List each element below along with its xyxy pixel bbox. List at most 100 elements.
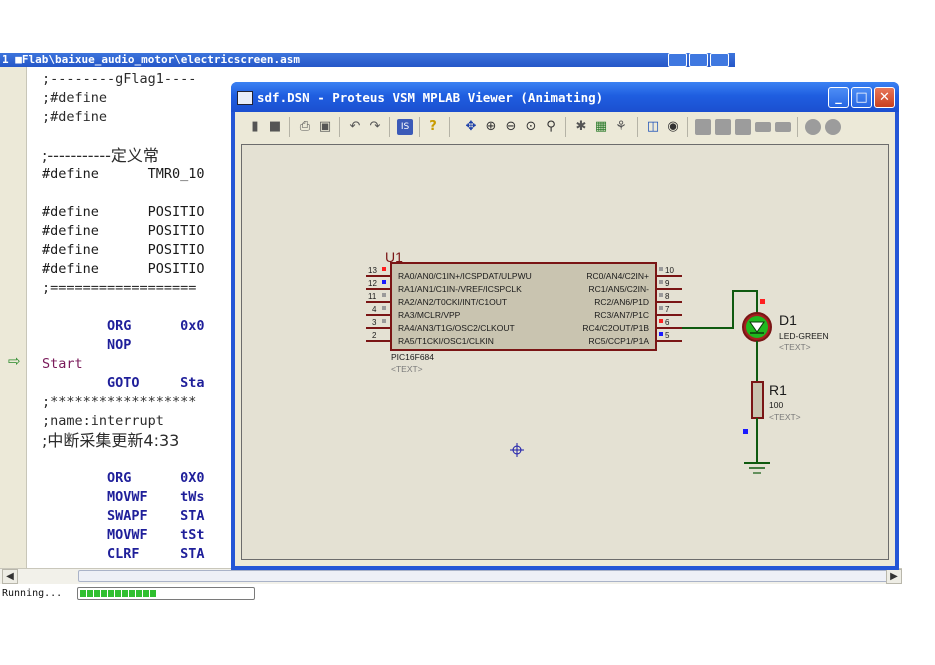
editor-gutter: ⇨	[0, 67, 27, 583]
pin-number: 2	[372, 331, 377, 340]
compile-icon[interactable]: ⚘	[613, 119, 629, 135]
d1-text-tag: <TEXT>	[779, 342, 811, 352]
zoom-all-icon[interactable]: ⊙	[523, 119, 539, 135]
d1-value: LED-GREEN	[779, 331, 829, 341]
vertical-scrollbar[interactable]	[891, 144, 895, 560]
record-icon[interactable]	[755, 122, 771, 132]
save-icon[interactable]: ■	[267, 119, 283, 135]
zoom-in-icon[interactable]: ⊕	[483, 119, 499, 135]
scrollbar-thumb[interactable]	[78, 570, 890, 582]
code-line: ;name:interrupt	[42, 413, 164, 429]
code-line: MOVWF tSt	[42, 527, 205, 543]
proteus-title-bar[interactable]: sdf.DSN - Proteus VSM MPLAB Viewer (Anim…	[231, 82, 899, 112]
led-anode-state-high	[760, 299, 765, 304]
code-line: ;==================	[42, 280, 197, 296]
code-line: ;--------gFlag1----	[42, 71, 197, 87]
editor-close-button[interactable]	[710, 53, 729, 67]
maximize-button[interactable]: □	[851, 87, 872, 108]
pin-name: RC2/AN6/P1D	[594, 297, 649, 307]
settings-icon[interactable]	[805, 119, 821, 135]
pin-state-none	[659, 267, 663, 271]
watch-icon[interactable]: ◉	[665, 119, 681, 135]
step-icon[interactable]	[695, 119, 711, 135]
pin-state-none	[382, 293, 386, 297]
minimize-button[interactable]: _	[828, 87, 849, 108]
pin-number: 9	[665, 279, 670, 288]
pin-name: RC1/AN5/C2IN-	[589, 284, 650, 294]
u1-part: PIC16F684	[391, 352, 434, 362]
horizontal-scrollbar[interactable]: ◀ ▶	[0, 568, 902, 584]
pin-name: RA0/AN0/C1IN+/ICSPDAT/ULPWU	[398, 271, 532, 281]
pin-state-none	[659, 293, 663, 297]
scroll-right-icon[interactable]: ▶	[886, 569, 902, 584]
progress-fill	[80, 590, 157, 597]
code-line: MOVWF tWs	[42, 489, 205, 505]
schematic-canvas[interactable]: U1 PIC16F684 <TEXT> 13 RA0/AN0/C1IN+/ICS…	[241, 144, 889, 560]
r1-text-tag: <TEXT>	[769, 412, 801, 422]
print-preview-icon[interactable]: ▣	[317, 119, 333, 135]
code-line: ORG 0X0	[42, 470, 205, 486]
pin-number: 7	[665, 305, 670, 314]
pin-number: 3	[372, 318, 377, 327]
print-icon[interactable]: ⎙	[297, 119, 313, 135]
play-icon[interactable]	[775, 122, 791, 132]
code-line: SWAPF STA	[42, 508, 205, 524]
close-button[interactable]: ✕	[874, 87, 895, 108]
pin-state-high	[382, 267, 386, 271]
r1-body[interactable]	[751, 381, 764, 419]
stop-icon[interactable]	[735, 119, 751, 135]
schematic-svg: U1 PIC16F684 <TEXT> 13 RA0/AN0/C1IN+/ICS…	[366, 249, 829, 474]
editor-title: 1 ■Flab\baixue_audio_motor\electricscree…	[2, 53, 301, 66]
code-line: #define TMR0_10	[42, 166, 205, 182]
d1-ref: D1	[779, 312, 797, 328]
pin-name: RA2/AN2/T0CKI/INT/C1OUT	[398, 297, 507, 307]
isis-icon[interactable]: IS	[397, 119, 413, 135]
pin-state-low	[382, 280, 386, 284]
netlist-icon[interactable]: ▦	[593, 119, 609, 135]
status-text: Running...	[2, 588, 63, 599]
code-line: CLRF STA	[42, 546, 205, 562]
pause-icon[interactable]	[715, 119, 731, 135]
editor-maximize-button[interactable]	[689, 53, 708, 67]
pin-state-high	[659, 319, 663, 323]
zoom-area-icon[interactable]: ⚲	[543, 119, 559, 135]
open-icon[interactable]: ▮	[247, 119, 263, 135]
pin-state-none	[659, 306, 663, 310]
r1-ref: R1	[769, 382, 787, 398]
resistor-node-state-low	[743, 429, 748, 434]
scroll-left-icon[interactable]: ◀	[2, 569, 18, 584]
pin-number: 11	[368, 292, 377, 301]
pin-number: 6	[665, 318, 670, 327]
pan-icon[interactable]: ✥	[463, 119, 479, 135]
code-line: ORG 0x0	[42, 318, 205, 334]
pin-number: 10	[665, 266, 674, 275]
pin-state-none	[382, 319, 386, 323]
proteus-window: sdf.DSN - Proteus VSM MPLAB Viewer (Anim…	[231, 82, 899, 570]
options-icon[interactable]	[825, 119, 841, 135]
toolbar: ▮ ■ ⎙ ▣ ↶ ↷ IS ? ✥ ⊕ ⊖ ⊙ ⚲ ✱ ▦ ⚘ ◫ ◉	[235, 112, 895, 142]
help-icon[interactable]: ?	[425, 119, 441, 135]
code-line: GOTO Sta	[42, 375, 205, 391]
pin-number: 4	[372, 305, 377, 314]
pin-number: 12	[368, 279, 377, 288]
code-line: ;-----------定义常	[42, 146, 159, 165]
code-line: ;中断采集更新4:33	[42, 431, 180, 450]
pin-state-none	[382, 306, 386, 310]
r1-value: 100	[769, 400, 783, 410]
code-line: #define POSITIO	[42, 261, 205, 277]
pin-number: 5	[665, 331, 670, 340]
undo-icon[interactable]: ↶	[347, 119, 363, 135]
pin-name: RC0/AN4/C2IN+	[586, 271, 649, 281]
redo-icon[interactable]: ↷	[367, 119, 383, 135]
u1-text-tag: <TEXT>	[391, 364, 423, 374]
editor-minimize-button[interactable]	[668, 53, 687, 67]
zoom-out-icon[interactable]: ⊖	[503, 119, 519, 135]
app-icon	[237, 91, 253, 105]
code-line: NOP	[42, 337, 132, 353]
pin-name: RA4/AN3/T1G/OSC2/CLKOUT	[398, 323, 515, 333]
ground-icon	[744, 462, 770, 474]
graph-icon[interactable]: ◫	[645, 119, 661, 135]
pin-name: RC3/AN7/P1C	[594, 310, 649, 320]
code-line: #define POSITIO	[42, 242, 205, 258]
debug-icon[interactable]: ✱	[573, 119, 589, 135]
